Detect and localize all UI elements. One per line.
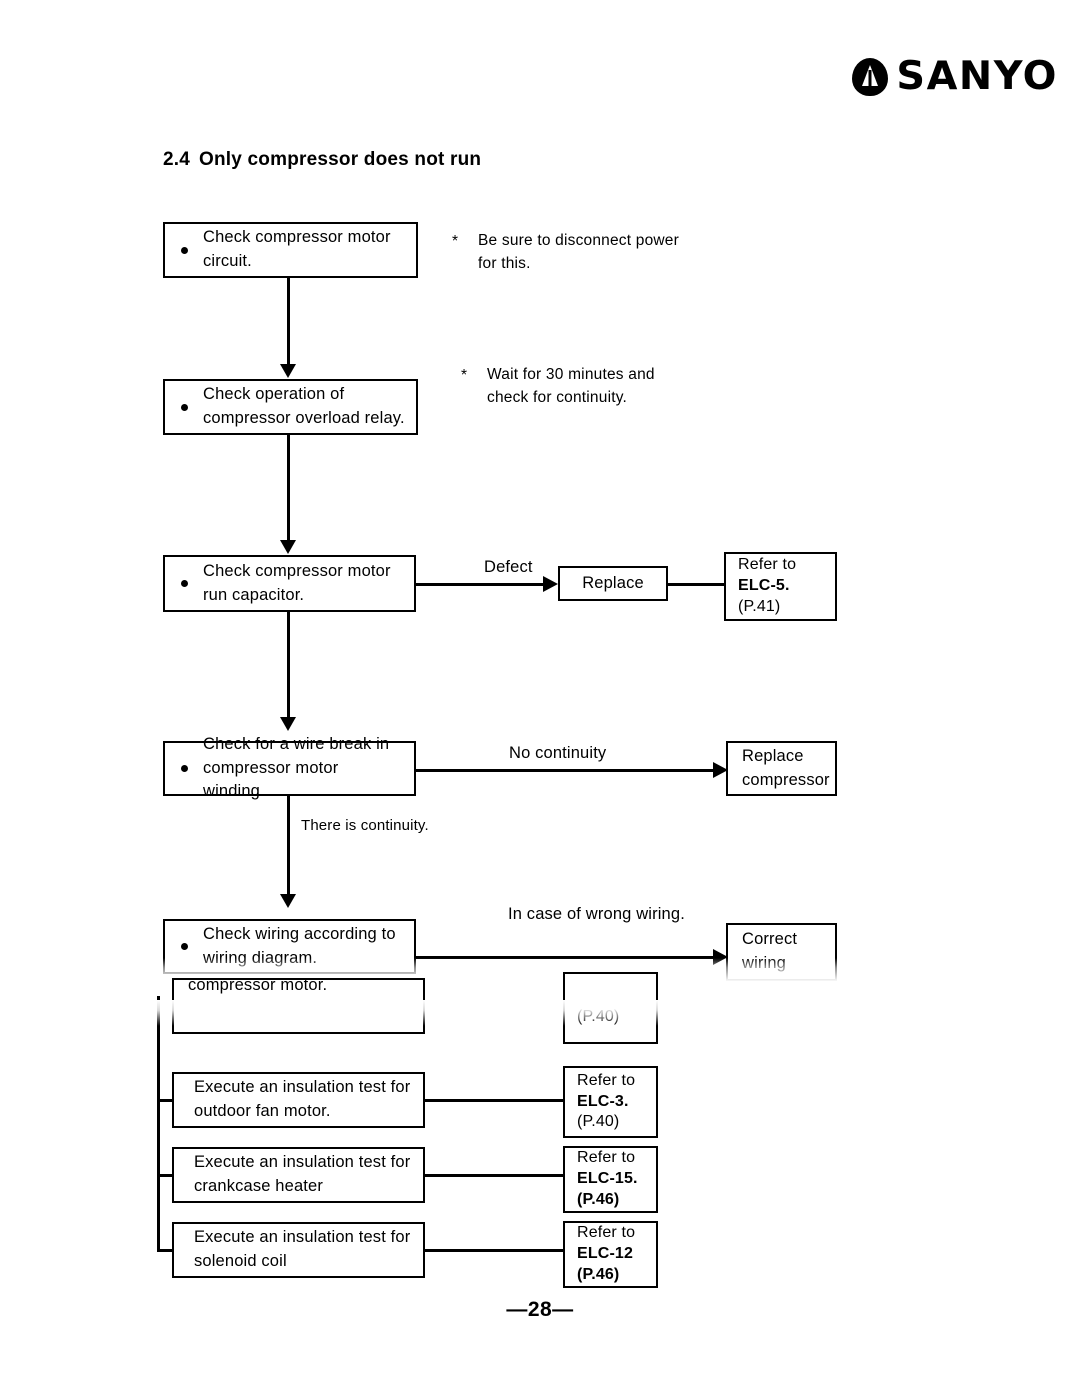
reference-box-elc-12: Refer to ELC-12 (P.46) — [563, 1221, 658, 1288]
flow-box-label: Check for a wire break in compressor mot… — [203, 734, 390, 801]
reference-line-3: (P.40) — [577, 1113, 620, 1131]
sanyo-logo: SANYO — [852, 57, 1056, 96]
flow-box-check-compressor-motor-circuit: Check compressor motor circuit. — [163, 222, 418, 278]
flow-box-insulation-test-solenoid-coil: Execute an insulation test for solenoid … — [172, 1222, 425, 1278]
connector-line — [425, 1174, 565, 1177]
connector-arrow-icon — [280, 540, 296, 554]
flow-box-label: Execute an insulation test for solenoid … — [194, 1228, 411, 1270]
connector-line — [287, 796, 290, 900]
reference-line-2: ELC-12 — [577, 1245, 634, 1263]
scan-fade-band — [0, 958, 1080, 1010]
page-title: 2.4 Only compressor does not run — [163, 149, 481, 171]
reference-line-3: (P.46) — [577, 1190, 620, 1208]
reference-box-elc-15: Refer to ELC-15. (P.46) — [563, 1146, 658, 1213]
connector-arrow-icon — [280, 717, 296, 731]
reference-box-label: Refer to ELC-5. (P.41) — [726, 555, 796, 617]
connector-line — [287, 612, 290, 722]
branch-label-defect: Defect — [484, 558, 533, 576]
flow-box-insulation-test-outdoor-fan-motor: Execute an insulation test for outdoor f… — [172, 1072, 425, 1128]
connector-line — [668, 583, 724, 586]
page-number: —28— — [506, 1298, 574, 1321]
reference-line-1: Refer to — [577, 1149, 636, 1167]
brand-wordmark: SANYO — [896, 54, 1059, 99]
flow-box-check-wire-break: Check for a wire break in compressor mot… — [163, 735, 416, 800]
reference-box-label: Refer to ELC-12 (P.46) — [565, 1223, 635, 1285]
action-box-label: Replace compressor — [742, 746, 830, 789]
note-wait-30-minutes: * Wait for 30 minutes and check for cont… — [461, 363, 691, 410]
connector-trunk-line — [157, 996, 160, 1252]
action-box-label: Correct wiring — [742, 930, 798, 972]
connector-line — [416, 769, 718, 772]
reference-box-label: (P.40) — [565, 989, 619, 1028]
document-page: SANYO 2.4 Only compressor does not run Ch… — [0, 0, 1080, 1397]
reference-line-1: Refer to — [738, 556, 797, 574]
flow-box-check-overload-relay: Check operation of compressor overload r… — [163, 379, 418, 435]
connector-arrow-icon — [280, 364, 296, 378]
reference-box-label: Refer to ELC-3. (P.40) — [565, 1071, 635, 1133]
reference-box-elc-3: Refer to ELC-3. (P.40) — [563, 1066, 658, 1138]
reference-line-1: Refer to — [577, 1071, 636, 1089]
flow-box-check-wiring-diagram: Check wiring according to wiring diagram… — [163, 919, 416, 974]
reference-line-3: (P.40) — [577, 1007, 620, 1025]
connector-line — [416, 583, 547, 586]
branch-label-there-is-continuity: There is continuity. — [301, 817, 429, 834]
flow-box-label: Check compressor motor run capacitor. — [203, 561, 391, 604]
action-box-correct-wiring: Correct wiring — [726, 923, 837, 981]
action-box-replace-capacitor: Replace — [558, 566, 668, 601]
flow-box-label: Check operation of compressor overload r… — [203, 385, 405, 427]
reference-line-3: (P.41) — [738, 597, 781, 615]
connector-line — [287, 435, 290, 545]
scan-fade-band-lower — [0, 1000, 1080, 1026]
note-disconnect-power: * Be sure to disconnect power for this. — [452, 229, 682, 276]
flow-box-label: Execute an insulation test for crankcase… — [194, 1153, 411, 1195]
reference-line-2: ELC-5. — [738, 577, 790, 595]
section-number: 2.4 — [163, 149, 191, 170]
flow-box-label: compressor motor. — [188, 976, 328, 994]
flow-box-label: Execute an insulation test for outdoor f… — [194, 1078, 411, 1120]
connector-line — [416, 956, 718, 959]
flow-box-insulation-test-crankcase-heater: Execute an insulation test for crankcase… — [172, 1147, 425, 1203]
reference-line-1: Refer to — [577, 1224, 636, 1242]
flow-box-insulation-test-compressor-motor: compressor motor. — [172, 976, 425, 1034]
sanyo-leaf-icon — [852, 57, 888, 96]
flow-box-check-run-capacitor: Check compressor motor run capacitor. — [163, 555, 416, 612]
action-box-replace-compressor: Replace compressor — [726, 741, 837, 796]
reference-box-label: Refer to ELC-15. (P.46) — [565, 1148, 638, 1210]
asterisk-icon: * — [452, 233, 459, 250]
action-box-label: Replace — [582, 573, 644, 592]
reference-line-2: ELC-15. — [577, 1170, 638, 1188]
note-text: Be sure to disconnect power for this. — [478, 232, 679, 273]
flow-box-label: Check wiring according to wiring diagram… — [203, 924, 396, 967]
branch-label-text: In case of wrong wiring. — [508, 905, 685, 923]
connector-line — [425, 1099, 565, 1102]
flow-box-label: Check compressor motor circuit. — [203, 228, 391, 270]
connector-arrow-icon — [280, 894, 296, 908]
asterisk-icon: * — [461, 367, 468, 384]
reference-line-3: (P.46) — [577, 1265, 620, 1283]
reference-line-2: ELC-3. — [577, 1092, 629, 1110]
connector-line — [425, 1249, 565, 1252]
branch-label-wrong-wiring: In case of wrong wiring. — [508, 903, 685, 927]
branch-label-no-continuity: No continuity — [509, 744, 607, 762]
reference-box-elc-2: (P.40) — [563, 972, 658, 1044]
reference-box-elc-5: Refer to ELC-5. (P.41) — [724, 552, 837, 621]
section-title-text: Only compressor does not run — [199, 149, 482, 170]
connector-arrow-icon — [543, 576, 558, 592]
connector-line — [287, 278, 290, 370]
note-text: Wait for 30 minutes and check for contin… — [487, 366, 655, 407]
